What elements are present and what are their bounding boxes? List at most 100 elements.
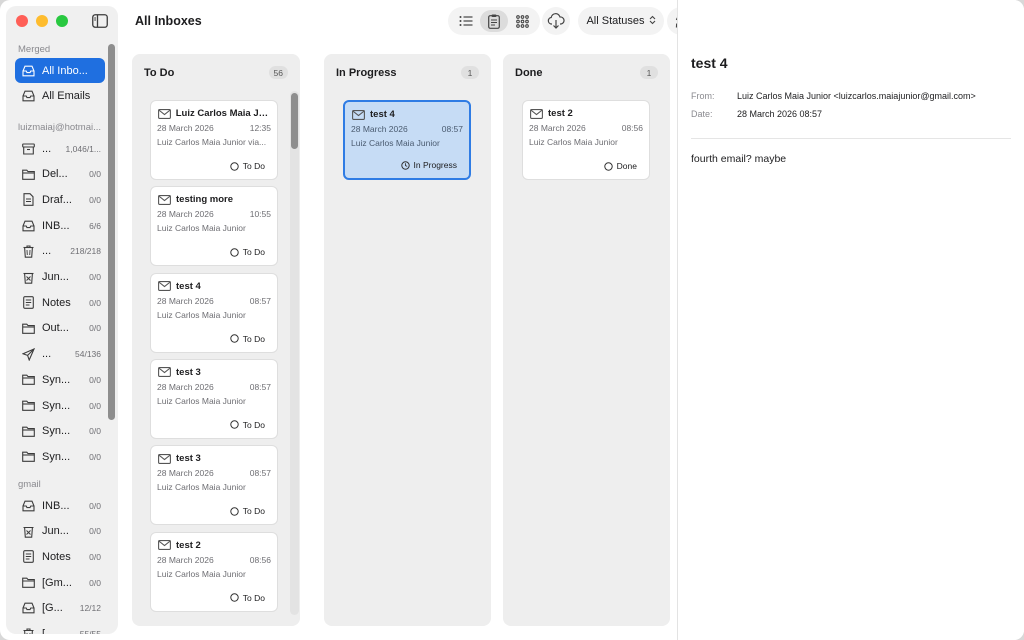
zoom-window-button[interactable] (56, 15, 68, 27)
card-status[interactable]: In Progress (400, 160, 457, 170)
card-subject-row: Luiz Carlos Maia Ju... (158, 108, 271, 119)
sidebar-item[interactable]: Draf... 0/0 (15, 187, 105, 212)
trash-icon (21, 627, 35, 634)
todo-column-scrollbar[interactable] (291, 93, 298, 149)
card-sender: Luiz Carlos Maia Junior (157, 309, 246, 320)
list-view-icon[interactable] (452, 10, 480, 32)
sidebar-item[interactable]: Syn... 0/0 (15, 419, 105, 444)
envelope-icon (158, 194, 176, 205)
sidebar-item-label: ... (42, 348, 52, 361)
sidebar-item-count: 1,046/1... (65, 143, 101, 154)
app-window: Merged All Inbo... All Emails luizmaiaj@hot… (0, 0, 1024, 640)
sidebar-item[interactable]: Jun... 0/0 (15, 519, 105, 544)
sidebar-item[interactable]: Syn... 0/0 (15, 393, 105, 418)
sidebar-item[interactable]: All Emails (15, 84, 105, 109)
view-switcher (448, 7, 540, 35)
cloud-download-icon[interactable] (542, 7, 570, 35)
sidebar-item[interactable]: [... 55/55 (15, 622, 105, 634)
sidebar-item[interactable]: INB... 6/6 (15, 213, 105, 238)
sidebar-item[interactable]: Notes 0/0 (15, 544, 105, 569)
notes-icon (21, 550, 35, 564)
card-status[interactable]: To Do (230, 420, 265, 430)
card-subject: test 3 (176, 366, 201, 378)
email-card[interactable]: test 4 28 March 2026 08:57 Luiz Carlos Maia… (150, 272, 278, 353)
close-window-button[interactable] (16, 15, 28, 27)
folder-icon (21, 424, 35, 438)
sidebar-item[interactable]: [G... 12/12 (15, 596, 105, 621)
junk-icon (21, 270, 35, 284)
inbox-icon (21, 219, 35, 233)
card-subject: test 2 (548, 108, 573, 119)
from-label: From: (691, 91, 715, 101)
date-label: Date: (691, 109, 713, 119)
sidebar-item-label: INB... (42, 219, 70, 232)
card-time: 08:57 (249, 295, 271, 306)
sidebar-item[interactable]: Syn... 0/0 (15, 444, 105, 469)
card-time: 08:57 (441, 124, 463, 134)
card-status[interactable]: To Do (230, 247, 265, 257)
card-status[interactable]: To Do (230, 506, 265, 516)
card-subject: testing more (176, 194, 234, 206)
card-status[interactable]: Done (603, 161, 637, 171)
circle-status-icon (230, 248, 239, 257)
sidebar-item[interactable]: Jun... 0/0 (15, 265, 105, 290)
from-value[interactable]: Luiz Carlos Maia Junior <luizcarlos.maia… (737, 91, 976, 101)
sidebar-item-label: ... (42, 245, 52, 258)
kanban-view-icon[interactable] (480, 10, 508, 32)
card-subject: test 2 (176, 539, 201, 551)
card-status-label: To Do (242, 592, 265, 603)
sidebar-item-count: 0/0 (89, 500, 101, 511)
card-status-label: To Do (242, 419, 265, 430)
sidebar-toggle-icon[interactable] (92, 14, 108, 28)
chevron-updown-icon (649, 15, 656, 28)
circle-status-icon (230, 161, 239, 171)
card-status[interactable]: To Do (230, 334, 265, 344)
circle-status-icon (230, 420, 239, 430)
email-card[interactable]: testing more 28 March 2026 10:55 Luiz Carlo… (150, 186, 278, 267)
sidebar-section-title: gmail (18, 479, 41, 490)
card-subject: test 4 (176, 280, 201, 292)
page-title: All Inboxes (135, 14, 202, 28)
sidebar-item-label: [G... (42, 602, 63, 615)
card-status[interactable]: To Do (230, 161, 265, 171)
status-filter-dropdown[interactable]: All Statuses (578, 7, 664, 35)
card-date: 28 March 2026 (351, 124, 408, 134)
sidebar-item[interactable]: All Inbo... (15, 58, 105, 83)
sidebar-item-label: ... (42, 142, 52, 155)
card-time: 10:55 (249, 209, 271, 220)
grid-view-icon[interactable] (508, 10, 536, 32)
sidebar-item-label: Out... (42, 322, 69, 335)
sidebar-item-count: 55/55 (79, 629, 101, 634)
card-subject-row: test 3 (158, 367, 271, 378)
email-card[interactable]: test 3 28 March 2026 08:57 Luiz Carlos Maia… (150, 358, 278, 439)
sidebar-item[interactable]: Del... 0/0 (15, 162, 105, 187)
sidebar-scrollbar[interactable] (108, 44, 115, 420)
sidebar-item-count: 218/218 (70, 246, 101, 257)
sidebar-item-label: Syn... (42, 373, 71, 386)
sidebar-item-count: 0/0 (89, 426, 101, 437)
sidebar-item-count: 0/0 (89, 297, 101, 308)
envelope-icon (158, 281, 176, 292)
card-status-label: Done (616, 161, 637, 171)
card-sender: Luiz Carlos Maia Junior (157, 223, 246, 234)
email-card[interactable]: test 3 28 March 2026 08:57 Luiz Carlos Maia… (150, 445, 278, 526)
sidebar-item[interactable]: INB... 0/0 (15, 493, 105, 518)
sidebar-item[interactable]: ... 218/218 (15, 239, 105, 264)
sidebar-item[interactable]: Out... 0/0 (15, 316, 105, 341)
sidebar-item[interactable]: ... 54/136 (15, 342, 105, 367)
sidebar-item[interactable]: ... 1,046/1... (15, 136, 105, 161)
sidebar-item[interactable]: Syn... 0/0 (15, 367, 105, 392)
email-card[interactable]: Luiz Carlos Maia Ju... 28 March 2026 12:35… (150, 100, 278, 180)
card-time: 12:35 (249, 123, 271, 133)
email-card[interactable]: test 4 28 March 2026 08:57 Luiz Carlos Maia… (343, 100, 471, 180)
email-card[interactable]: test 2 28 March 2026 08:56 Luiz Carlos Maia… (150, 531, 278, 612)
card-subject-row: test 3 (158, 453, 271, 464)
sidebar-item-count: 0/0 (89, 169, 101, 180)
minimize-window-button[interactable] (36, 15, 48, 27)
todo-column-scrolltrack[interactable] (290, 91, 299, 615)
sidebar-item-label: Jun... (42, 271, 69, 283)
card-status[interactable]: To Do (230, 593, 265, 603)
sidebar-item[interactable]: [Gm... 0/0 (15, 570, 105, 595)
sidebar-item[interactable]: Notes 0/0 (15, 290, 105, 315)
email-card[interactable]: test 2 28 March 2026 08:56 Luiz Carlos Maia… (522, 100, 650, 180)
